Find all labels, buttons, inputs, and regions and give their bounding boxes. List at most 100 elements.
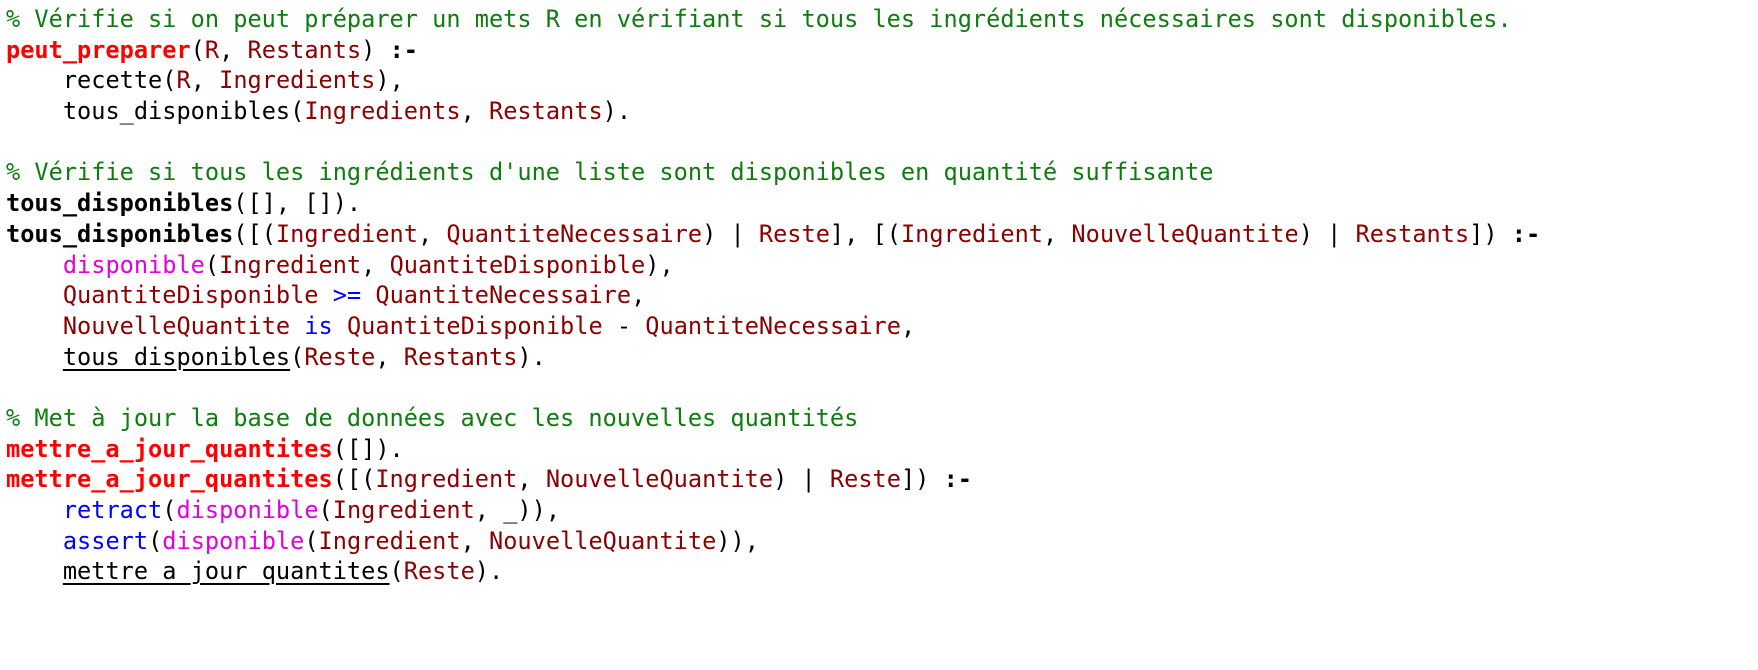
punctuation-token: ). [602,97,632,126]
variable-token: QuantiteDisponible [346,311,603,340]
code-line: % Vérifie si tous les ingrédients d'une … [6,157,1540,188]
punctuation-token: ( [204,250,220,279]
clause-head: tous_disponibles [6,189,234,218]
punctuation-token [290,312,304,340]
code-line: NouvelleQuantite is QuantiteDisponible -… [6,311,1540,342]
variable-token: Restants [403,342,518,371]
punctuation-token [319,281,333,309]
punctuation-token: ([( [332,465,376,494]
punctuation-token: , [631,281,646,310]
punctuation-token: ( [190,35,205,64]
variable-token: Restants [489,97,603,126]
punctuation-token [6,312,63,340]
variable-token: Ingredients [219,66,376,95]
variable-token: QuantiteNecessaire [375,281,632,310]
punctuation-token: ), [375,66,404,95]
dynamic-predicate-call: disponible [162,526,305,555]
neck-operator: :- [389,35,419,64]
punctuation-token: ([]). [332,434,404,463]
punctuation-token: ), [645,250,674,279]
clause-head: peut_preparer [6,35,191,64]
clause-head: mettre_a_jour_quantites [6,434,333,463]
builtin-token: assert [62,526,149,555]
code-line: tous_disponibles(Reste, Restants). [6,342,1540,373]
variable-token: QuantiteNecessaire [446,219,703,248]
punctuation-token [6,281,63,309]
punctuation-token: ( [318,496,333,524]
dynamic-predicate-call: disponible [62,250,205,279]
punctuation-token: , _)), [474,496,561,524]
punctuation-token: , [1043,219,1072,248]
punctuation-token: , [460,97,490,126]
punctuation-token: ) | [773,465,830,494]
variable-token: Ingredient [275,219,418,248]
punctuation-token: ]) [900,465,944,494]
punctuation-token: ([], []). [233,189,362,218]
variable-token: Restants [247,35,362,64]
goal-call: recette [62,66,163,95]
variable-token: NouvelleQuantite [545,465,774,494]
punctuation-token [6,66,63,94]
code-line: % Met à jour la base de données avec les… [6,403,1540,434]
punctuation-token: , [517,465,546,494]
punctuation-token: ). [517,342,546,371]
punctuation-token [6,251,63,279]
variable-token: Reste [758,219,830,248]
variable-token: R [176,66,191,95]
punctuation-token: ) | [1298,219,1356,248]
punctuation-token: ) | [702,219,759,248]
variable-token: Ingredient [332,496,475,524]
builtin-token: retract [62,496,163,524]
punctuation-token: ( [290,342,305,371]
variable-token: Reste [829,465,901,494]
variable-token: Ingredient [219,250,362,279]
clause-head: tous_disponibles [6,219,234,248]
variable-token: Reste [304,342,376,371]
punctuation-token [6,496,63,524]
punctuation-token: ( [148,526,163,555]
code-line: tous_disponibles([], []). [6,188,1540,219]
punctuation-token: , [190,66,220,95]
builtin-token: >= [332,281,362,310]
punctuation-token: ( [389,557,404,586]
code-line: recette(R, Ingredients), [6,65,1540,96]
punctuation-token [333,312,347,340]
punctuation-token: , [460,526,490,555]
code-editor[interactable]: { "colors": { "comment": "#0e7c0e", "hea… [0,0,1758,670]
punctuation-token [6,527,63,555]
code-line: assert(disponible(Ingredient, NouvelleQu… [6,526,1540,557]
code-line: QuantiteDisponible >= QuantiteNecessaire… [6,280,1540,311]
variable-token: Reste [403,557,475,586]
neck-operator: :- [943,465,972,494]
punctuation-token: - [602,311,646,340]
recursive-call: tous_disponibles [62,342,291,371]
punctuation-token: ( [162,66,177,95]
punctuation-token: , [361,250,390,279]
clause-head: mettre_a_jour_quantites [6,465,333,494]
code-line: mettre_a_jour_quantites(Reste). [6,556,1540,587]
punctuation-token: , [219,35,248,64]
punctuation-token [6,343,63,371]
punctuation-token: ). [474,557,504,586]
variable-token: QuantiteNecessaire [645,311,901,340]
punctuation-token [6,97,63,125]
punctuation-token: , [375,342,404,371]
code-line: mettre_a_jour_quantites([(Ingredient, No… [6,464,1540,495]
punctuation-token: ( [304,526,319,555]
variable-token: NouvelleQuantite [62,311,291,340]
punctuation-token [361,281,375,309]
code-line: tous_disponibles(Ingredients, Restants). [6,96,1540,127]
prolog-source-code[interactable]: % Vérifie si on peut préparer un mets R … [6,4,1540,587]
punctuation-token: , [900,311,916,340]
code-line: retract(disponible(Ingredient, _)), [6,495,1540,526]
punctuation-token: ([( [233,219,276,248]
dynamic-predicate-call: disponible [176,496,319,524]
code-comment: % Vérifie si on peut préparer un mets R … [6,5,1512,33]
variable-token: QuantiteDisponible [389,250,646,279]
punctuation-token [6,557,63,585]
punctuation-token: ( [290,97,305,126]
variable-token: Ingredient [318,526,461,555]
variable-token: Ingredients [304,97,461,126]
code-line: % Vérifie si on peut préparer un mets R … [6,4,1540,35]
code-line: peut_preparer(R, Restants) :- [6,35,1540,66]
